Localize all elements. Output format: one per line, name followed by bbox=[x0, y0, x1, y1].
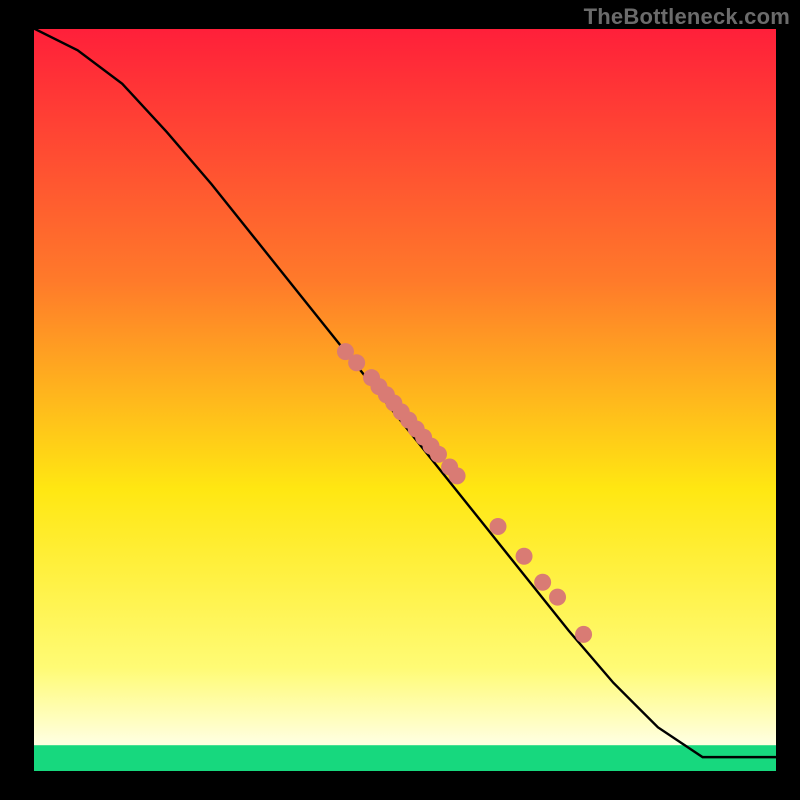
plot-area bbox=[33, 28, 777, 772]
data-marker bbox=[534, 574, 551, 591]
data-marker bbox=[549, 589, 566, 606]
data-marker bbox=[575, 626, 592, 643]
data-marker bbox=[490, 518, 507, 535]
data-marker bbox=[516, 548, 533, 565]
green-band bbox=[33, 745, 777, 772]
bottleneck-chart bbox=[0, 0, 800, 800]
stage: TheBottleneck.com bbox=[0, 0, 800, 800]
data-marker bbox=[348, 354, 365, 371]
gradient-background bbox=[33, 28, 777, 772]
data-marker bbox=[449, 467, 466, 484]
watermark-text: TheBottleneck.com bbox=[584, 4, 790, 30]
